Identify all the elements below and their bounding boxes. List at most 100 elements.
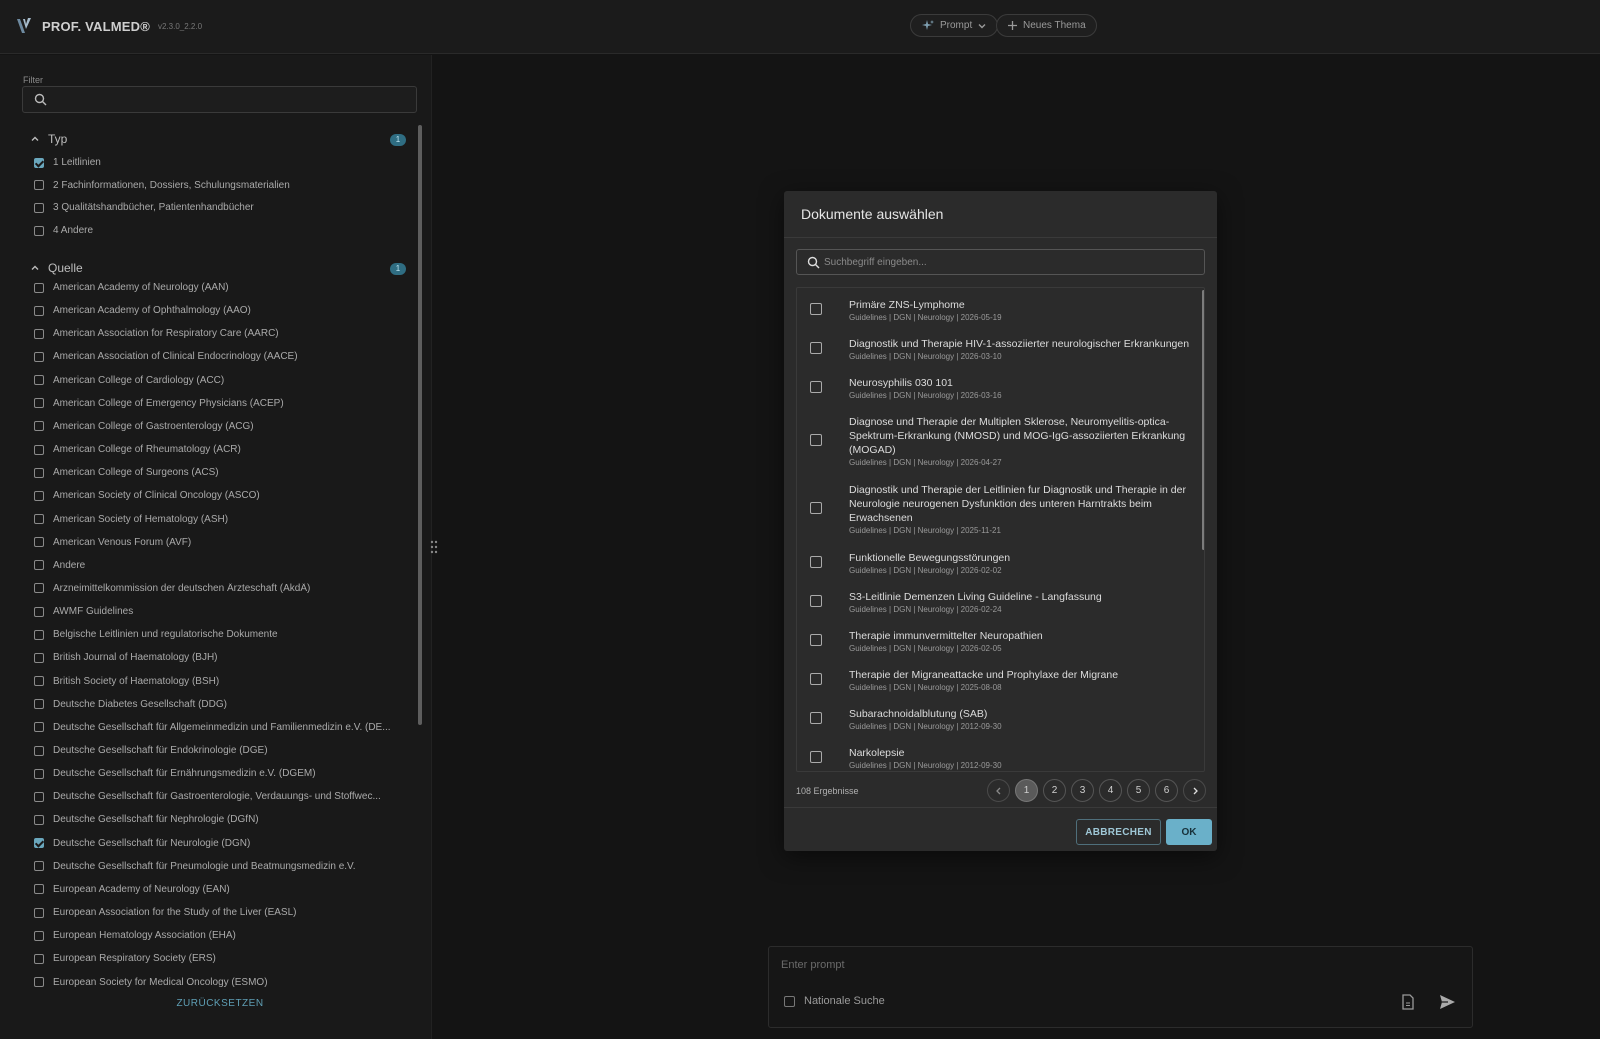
page-button[interactable]: 6	[1155, 779, 1178, 802]
cancel-button[interactable]: ABBRECHEN	[1076, 819, 1161, 845]
quelle-option[interactable]: American College of Rheumatology (ACR)	[34, 444, 241, 455]
checkbox[interactable]	[34, 537, 44, 548]
quelle-option[interactable]: Deutsche Gesellschaft für Endokrinologie…	[34, 745, 268, 756]
drag-handle-icon[interactable]	[430, 540, 438, 554]
checkbox[interactable]	[34, 157, 44, 168]
quelle-option[interactable]: European Association for the Study of th…	[34, 907, 296, 918]
quelle-option[interactable]: Deutsche Gesellschaft für Ernährungsmedi…	[34, 768, 316, 779]
checkbox[interactable]	[34, 861, 44, 872]
typ-option[interactable]: 4 Andere	[34, 225, 93, 236]
checkbox[interactable]	[34, 791, 44, 802]
checkbox[interactable]	[34, 884, 44, 895]
quelle-option[interactable]: British Journal of Haematology (BJH)	[34, 652, 218, 663]
page-button[interactable]: 4	[1099, 779, 1122, 802]
prompt-input[interactable]: Enter prompt	[781, 959, 845, 971]
quelle-option[interactable]: Deutsche Gesellschaft für Pneumologie un…	[34, 861, 356, 872]
document-row[interactable]: Neurosyphilis 030 101 Guidelines | DGN | …	[797, 366, 1199, 405]
document-row[interactable]: Subarachnoidalblutung (SAB) Guidelines | …	[797, 697, 1199, 736]
document-checkbox[interactable]	[810, 341, 822, 354]
document-checkbox[interactable]	[810, 555, 822, 568]
typ-option[interactable]: 1 Leitlinien	[34, 157, 101, 168]
checkbox[interactable]	[34, 977, 44, 987]
quelle-option[interactable]: American Society of Hematology (ASH)	[34, 514, 228, 525]
sidebar-scrollbar[interactable]	[418, 125, 422, 725]
checkbox[interactable]	[34, 351, 44, 362]
checkbox[interactable]	[34, 180, 44, 191]
document-row[interactable]: Diagnose und Therapie der Multiplen Skle…	[797, 405, 1199, 473]
prompt-box[interactable]: Enter prompt Nationale Suche	[768, 946, 1473, 1028]
quelle-option[interactable]: Deutsche Diabetes Gesellschaft (DDG)	[34, 699, 227, 710]
checkbox[interactable]	[34, 652, 44, 663]
quelle-option[interactable]: American Society of Clinical Oncology (A…	[34, 490, 260, 501]
quelle-option[interactable]: Arzneimittelkommission der deutschen Ärz…	[34, 583, 310, 594]
quelle-option[interactable]: Andere	[34, 560, 85, 571]
document-row[interactable]: Therapie der Migraneattacke und Prophyla…	[797, 658, 1199, 697]
quelle-option[interactable]: American College of Cardiology (ACC)	[34, 375, 224, 386]
quelle-option[interactable]: European Respiratory Society (ERS)	[34, 953, 216, 964]
document-list-scrollbar[interactable]	[1202, 290, 1204, 550]
document-checkbox[interactable]	[810, 502, 822, 514]
quelle-option[interactable]: Deutsche Gesellschaft für Neurologie (DG…	[34, 838, 250, 849]
quelle-option[interactable]: European Academy of Neurology (EAN)	[34, 884, 230, 895]
checkbox[interactable]	[34, 722, 44, 733]
checkbox[interactable]	[34, 490, 44, 501]
quelle-option[interactable]: American Association of Clinical Endocri…	[34, 351, 298, 362]
checkbox[interactable]	[34, 225, 44, 236]
page-button[interactable]: 5	[1127, 779, 1150, 802]
quelle-option[interactable]: American Association for Respiratory Car…	[34, 328, 279, 339]
checkbox[interactable]	[34, 421, 44, 432]
page-button[interactable]: 1	[1015, 779, 1038, 802]
document-row[interactable]: Funktionelle Bewegungsstörungen Guideline…	[797, 541, 1199, 580]
page-button[interactable]: 2	[1043, 779, 1066, 802]
filter-input[interactable]	[22, 86, 417, 113]
quelle-option[interactable]: Belgische Leitlinien und regulatorische …	[34, 629, 278, 640]
checkbox[interactable]	[34, 699, 44, 710]
checkbox[interactable]	[34, 560, 44, 571]
document-checkbox[interactable]	[810, 711, 822, 724]
quelle-option[interactable]: American Academy of Ophthalmology (AAO)	[34, 305, 251, 316]
prompt-dropdown-button[interactable]: Prompt	[910, 14, 999, 37]
checkbox[interactable]	[34, 514, 44, 524]
checkbox[interactable]	[34, 606, 44, 617]
document-row[interactable]: Narkolepsie Guidelines | DGN | Neurology …	[797, 736, 1199, 771]
new-topic-button[interactable]: Neues Thema	[996, 14, 1097, 37]
checkbox[interactable]	[34, 282, 44, 293]
checkbox[interactable]	[34, 202, 44, 213]
checkbox[interactable]	[34, 953, 44, 964]
quelle-option[interactable]: American College of Emergency Physicians…	[34, 398, 284, 409]
quelle-option[interactable]: Deutsche Gesellschaft für Nephrologie (D…	[34, 814, 259, 825]
document-row[interactable]: Primäre ZNS-Lymphome Guidelines | DGN | N…	[797, 288, 1199, 327]
checkbox[interactable]	[34, 444, 44, 455]
checkbox[interactable]	[34, 305, 44, 316]
typ-option[interactable]: 3 Qualitätshandbücher, Patientenhandbüch…	[34, 202, 254, 213]
document-checkbox[interactable]	[810, 380, 822, 393]
quelle-option[interactable]: European Hematology Association (EHA)	[34, 930, 236, 941]
page-button[interactable]: 3	[1071, 779, 1094, 802]
national-search-toggle[interactable]: Nationale Suche	[784, 995, 885, 1007]
checkbox[interactable]	[34, 328, 44, 339]
ok-button[interactable]: OK	[1166, 819, 1212, 845]
checkbox[interactable]	[34, 930, 44, 941]
logo[interactable]: PROF. VALMED® v2.3.0_2.2.0	[14, 15, 202, 37]
document-list[interactable]: Primäre ZNS-Lymphome Guidelines | DGN | N…	[796, 287, 1205, 772]
checkbox[interactable]	[34, 398, 44, 409]
document-row[interactable]: Therapie immunvermittelter Neuropathien G…	[797, 619, 1199, 658]
document-checkbox[interactable]	[810, 672, 822, 685]
checkbox[interactable]	[34, 375, 44, 386]
checkbox[interactable]	[34, 676, 44, 687]
checkbox[interactable]	[34, 629, 44, 640]
quelle-option[interactable]: American Academy of Neurology (AAN)	[34, 282, 229, 293]
section-typ-header[interactable]: Typ	[30, 132, 67, 146]
checkbox[interactable]	[34, 745, 44, 756]
document-checkbox[interactable]	[810, 750, 822, 763]
quelle-option[interactable]: Deutsche Gesellschaft für Gastroenterolo…	[34, 791, 381, 802]
document-checkbox[interactable]	[810, 594, 822, 607]
quelle-option[interactable]: European Society for Medical Oncology (E…	[34, 977, 268, 988]
quelle-option[interactable]: American Venous Forum (AVF)	[34, 537, 191, 548]
document-checkbox[interactable]	[810, 302, 822, 315]
document-search-field[interactable]	[796, 249, 1205, 275]
checkbox[interactable]	[34, 907, 44, 918]
checkbox[interactable]	[34, 467, 44, 478]
quelle-option[interactable]: American College of Surgeons (ACS)	[34, 467, 219, 478]
section-quelle-header[interactable]: Quelle	[30, 261, 83, 275]
